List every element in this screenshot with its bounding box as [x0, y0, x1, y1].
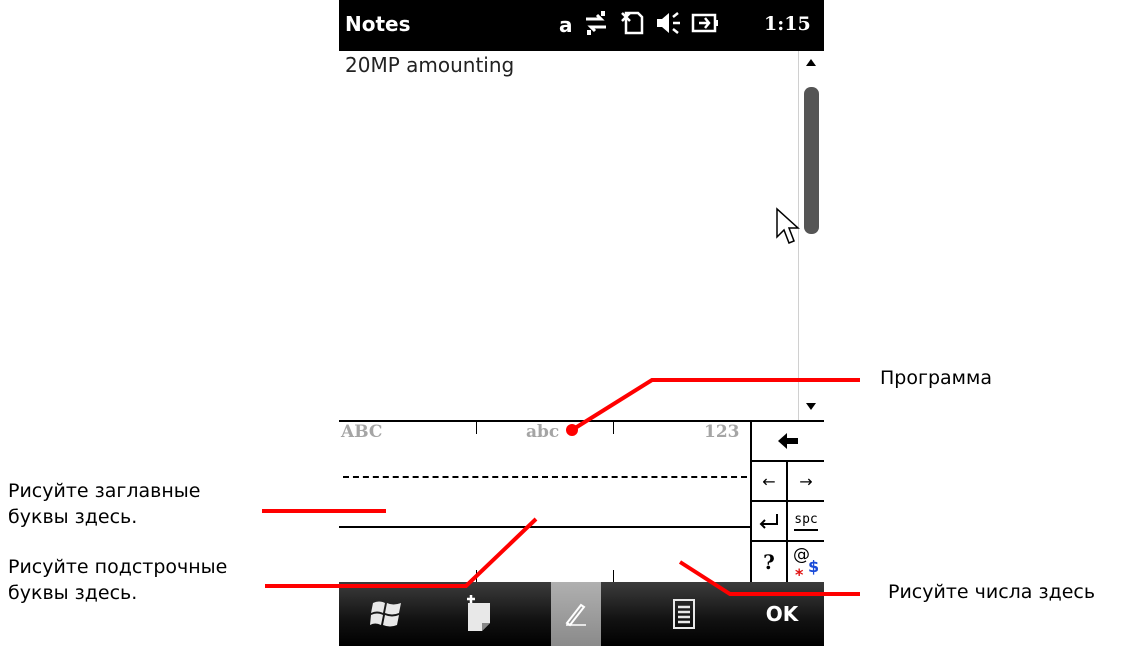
taskbar: OK	[339, 582, 824, 646]
midline	[343, 476, 747, 478]
new-note-button[interactable]	[449, 582, 509, 646]
note-text: 20MP amounting	[345, 53, 515, 77]
input-mode-indicator: a	[559, 13, 573, 37]
start-button[interactable]	[357, 582, 417, 646]
space-key[interactable]: spc	[788, 502, 824, 542]
left-arrow-key[interactable]: ←	[752, 462, 788, 502]
new-note-icon	[467, 595, 490, 631]
menu-button[interactable]	[659, 582, 709, 646]
zone-divider-tick	[613, 422, 614, 434]
space-key-label: spc	[794, 511, 818, 527]
writing-area[interactable]: ABC abc 123	[339, 422, 752, 582]
zone-divider-tick	[476, 570, 477, 582]
scrollbar-thumb[interactable]	[804, 87, 819, 234]
connectivity-icon[interactable]	[583, 10, 609, 40]
callout-lowercase-line1: Рисуйте подстрочные	[8, 556, 228, 578]
backspace-key[interactable]	[752, 422, 824, 462]
ok-button[interactable]: OK	[757, 582, 807, 646]
callout-numbers: Рисуйте числа здесь	[888, 581, 1096, 603]
speaker-icon[interactable]	[655, 10, 681, 40]
question-key[interactable]: ?	[752, 542, 788, 582]
battery-charging-icon[interactable]	[691, 10, 719, 40]
status-bar: Notes a 1:15	[339, 0, 824, 51]
menu-icon	[673, 599, 695, 629]
space-underline	[794, 528, 818, 531]
backspace-icon	[778, 433, 798, 449]
mouse-cursor-icon	[776, 207, 800, 244]
symbols-dollar: $	[808, 557, 820, 576]
windows-start-icon	[370, 601, 401, 627]
enter-key[interactable]	[752, 502, 788, 542]
no-sim-icon[interactable]	[619, 10, 645, 40]
app-title: Notes	[345, 12, 411, 36]
uppercase-zone-label: ABC	[341, 422, 383, 442]
clock[interactable]: 1:15	[764, 13, 811, 35]
lowercase-zone-label: abc	[526, 422, 560, 442]
scroll-up-arrow-icon[interactable]	[806, 59, 816, 66]
status-icons: a	[559, 8, 719, 42]
pen-input-button[interactable]	[551, 582, 601, 646]
symbols-key[interactable]: @ $ *	[788, 542, 824, 584]
zone-divider-tick	[613, 570, 614, 582]
callout-lowercase-line2: буквы здесь.	[8, 582, 138, 604]
callout-program: Программа	[880, 367, 992, 389]
right-arrow-key[interactable]: →	[788, 462, 824, 502]
recognizer-keys: ← → spc ? @ $ *	[752, 422, 824, 584]
callout-uppercase-line1: Рисуйте заглавные	[8, 480, 201, 502]
vertical-scrollbar[interactable]	[798, 51, 824, 420]
device-screen: Notes a 1:15 20MP amounting ABC abc 123 …	[339, 0, 824, 646]
note-editor[interactable]: 20MP amounting	[339, 51, 798, 420]
number-zone-label: 123	[704, 422, 740, 442]
baseline	[339, 526, 752, 528]
zone-divider-tick	[476, 422, 477, 434]
pen-icon	[565, 603, 586, 627]
enter-icon	[759, 514, 778, 529]
letter-recognizer-panel: ABC abc 123 ← → spc ? @ $ *	[339, 420, 824, 584]
scroll-down-arrow-icon[interactable]	[806, 403, 816, 410]
symbols-glyph: @ $ *	[791, 545, 821, 584]
callout-uppercase-line2: буквы здесь.	[8, 506, 138, 528]
